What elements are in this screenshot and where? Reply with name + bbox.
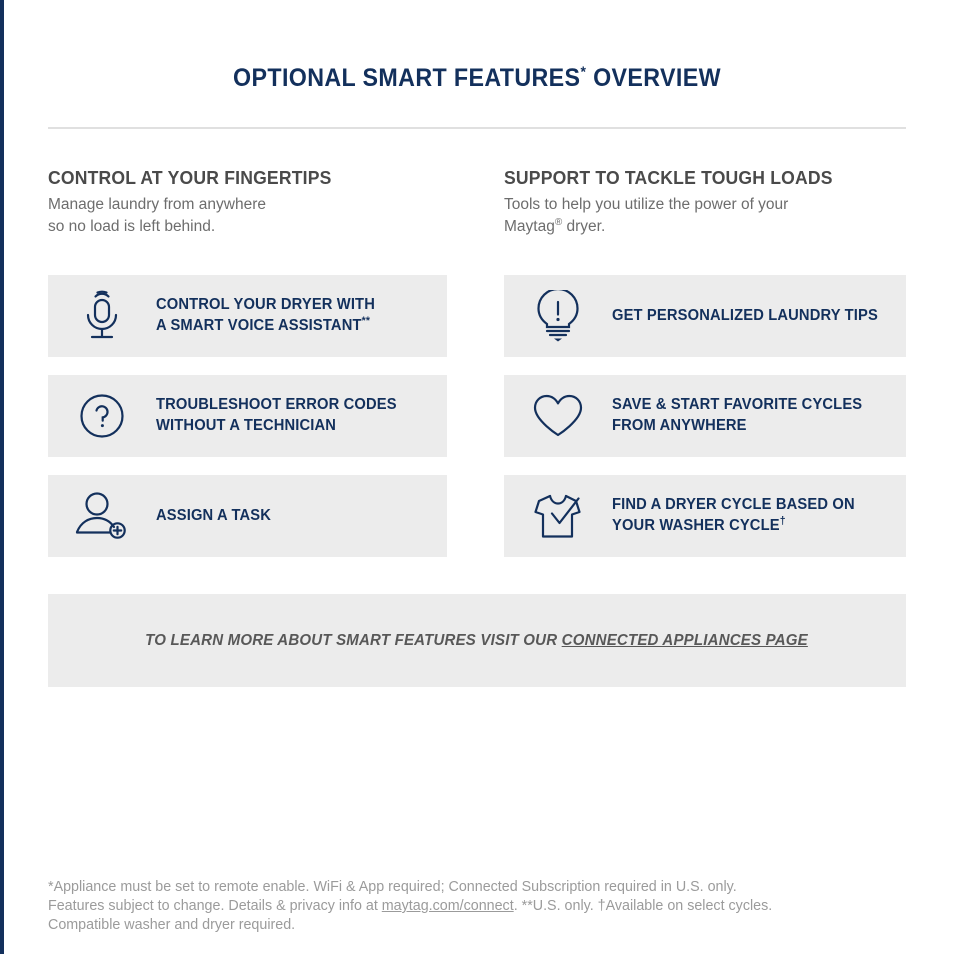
feature-card-label: FIND A DRYER CYCLE BASED ON YOUR WASHER … [612, 495, 855, 537]
feature-label-line2: YOUR WASHER CYCLE [612, 517, 780, 534]
feature-label-line1: GET PERSONALIZED LAUNDRY TIPS [612, 306, 878, 324]
feature-card-label: ASSIGN A TASK [156, 506, 271, 527]
person-add-icon [48, 491, 156, 541]
left-column-heading: CONTROL AT YOUR FINGERTIPS [48, 167, 332, 188]
right-column-body-line2-tail: dryer. [562, 218, 606, 235]
right-column-heading: SUPPORT TO TACKLE TOUGH LOADS [504, 167, 833, 188]
feature-card-favorite-cycles[interactable]: SAVE & START FAVORITE CYCLES FROM ANYWHE… [504, 375, 906, 457]
page-title: OPTIONAL SMART FEATURES* OVERVIEW [33, 64, 920, 93]
feature-card-cycle-match[interactable]: FIND A DRYER CYCLE BASED ON YOUR WASHER … [504, 475, 906, 557]
feature-card-laundry-tips[interactable]: GET PERSONALIZED LAUNDRY TIPS [504, 275, 906, 357]
feature-card-assign-task[interactable]: ASSIGN A TASK [48, 475, 447, 557]
feature-label-line2: FROM ANYWHERE [612, 417, 747, 434]
footnote-line2-pre: Features subject to change. Details & pr… [48, 898, 382, 914]
feature-card-label: TROUBLESHOOT ERROR CODES WITHOUT A TECHN… [156, 395, 397, 437]
lightbulb-alert-icon [504, 290, 612, 342]
tshirt-check-icon [504, 491, 612, 541]
feature-label-line1: SAVE & START FAVORITE CYCLES [612, 396, 863, 414]
left-column-body-line1: Manage laundry from anywhere [48, 196, 266, 213]
feature-card-label: GET PERSONALIZED LAUNDRY TIPS [612, 306, 878, 327]
feature-label-line1: CONTROL YOUR DRYER WITH [156, 296, 375, 314]
heart-icon [504, 393, 612, 439]
feature-label-line2: WITHOUT A TECHNICIAN [156, 417, 337, 434]
footnote-line2-post: . **U.S. only. †Available on select cycl… [513, 898, 773, 914]
cta-banner: TO LEARN MORE ABOUT SMART FEATURES VISIT… [48, 594, 906, 687]
feature-card-troubleshoot[interactable]: TROUBLESHOOT ERROR CODES WITHOUT A TECHN… [48, 375, 447, 457]
feature-label-line1: TROUBLESHOOT ERROR CODES [156, 396, 397, 414]
right-column-body-brand: Maytag [504, 218, 555, 235]
feature-label-line1: ASSIGN A TASK [156, 506, 272, 524]
feature-label-marker: † [779, 514, 786, 527]
right-column-body-line1: Tools to help you utilize the power of y… [504, 196, 789, 213]
footnotes: *Appliance must be set to remote enable.… [48, 878, 928, 935]
connected-appliances-link[interactable]: CONNECTED APPLIANCES PAGE [562, 632, 808, 649]
question-circle-icon [48, 392, 156, 440]
footnote-line-1: *Appliance must be set to remote enable.… [48, 879, 737, 895]
microphone-icon [48, 290, 156, 342]
right-column-header: SUPPORT TO TACKLE TOUGH LOADS Tools to h… [504, 167, 924, 238]
feature-label-marker: ** [361, 314, 371, 327]
page-title-main: OPTIONAL SMART FEATURES [233, 64, 581, 92]
cta-lead-text: TO LEARN MORE ABOUT SMART FEATURES VISIT… [145, 631, 563, 649]
feature-label-line2: A SMART VOICE ASSISTANT [156, 317, 362, 334]
maytag-connect-link[interactable]: maytag.com/connect [382, 898, 514, 914]
left-column-body: Manage laundry from anywhere so no load … [48, 194, 468, 238]
feature-card-voice-assistant[interactable]: CONTROL YOUR DRYER WITH A SMART VOICE AS… [48, 275, 447, 357]
header-divider [48, 127, 906, 129]
right-column-body: Tools to help you utilize the power of y… [504, 194, 924, 238]
footnote-line-3: Compatible washer and dryer required. [48, 917, 296, 933]
feature-card-label: SAVE & START FAVORITE CYCLES FROM ANYWHE… [612, 395, 862, 437]
page-title-tail: OVERVIEW [586, 64, 721, 92]
feature-card-label: CONTROL YOUR DRYER WITH A SMART VOICE AS… [156, 295, 375, 337]
left-column-header: CONTROL AT YOUR FINGERTIPS Manage laundr… [48, 167, 468, 238]
feature-label-line1: FIND A DRYER CYCLE BASED ON [612, 496, 855, 514]
smart-features-overview-page: OPTIONAL SMART FEATURES* OVERVIEW CONTRO… [0, 0, 954, 954]
left-column-body-line2: so no load is left behind. [48, 218, 216, 235]
cta-text: TO LEARN MORE ABOUT SMART FEATURES VISIT… [146, 632, 809, 650]
footnote-line-2: Features subject to change. Details & pr… [48, 897, 928, 916]
